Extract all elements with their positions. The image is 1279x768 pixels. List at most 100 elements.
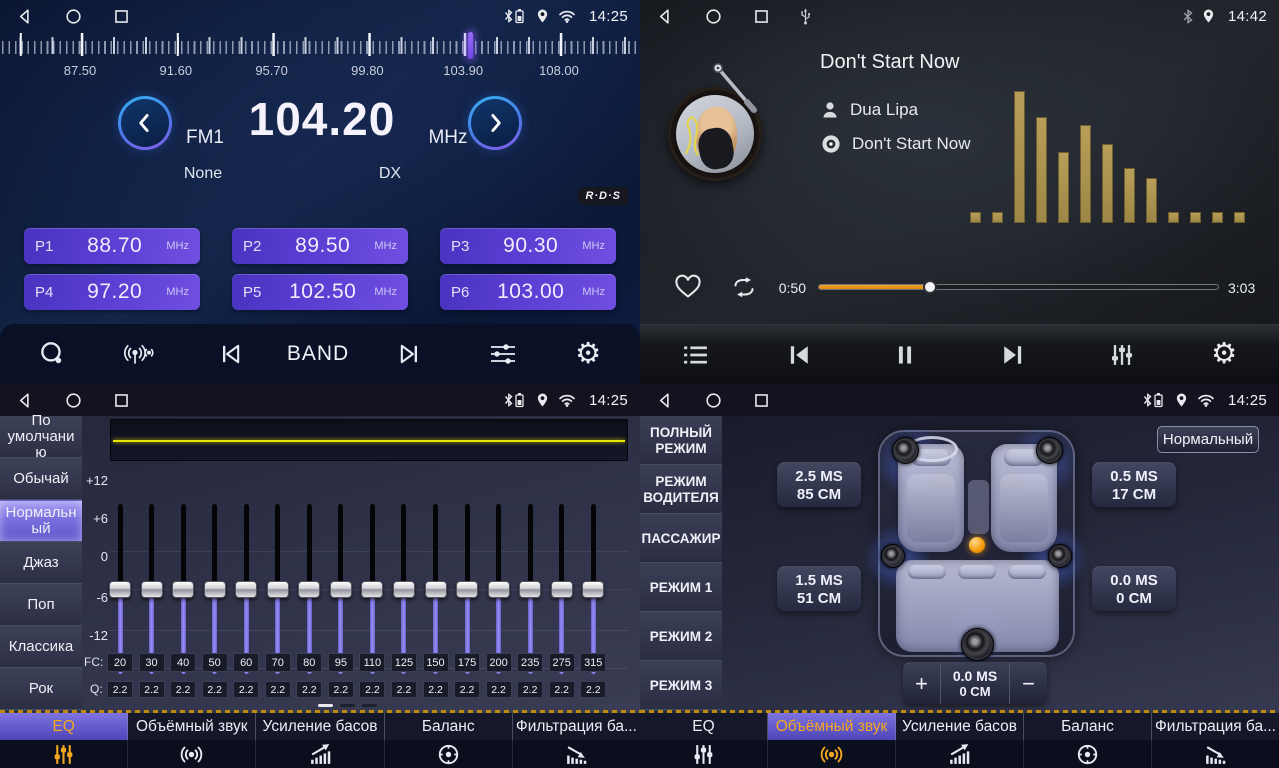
rear-right-speaker-icon[interactable] bbox=[1048, 544, 1072, 568]
previous-track-button[interactable] bbox=[777, 333, 821, 377]
tab-filter[interactable]: Фильтрация ба... bbox=[1152, 713, 1279, 740]
settings-button[interactable]: ⚙ bbox=[566, 332, 610, 376]
favorite-heart-icon[interactable] bbox=[673, 273, 703, 300]
increase-delay-button[interactable]: + bbox=[903, 663, 940, 704]
slider-knob[interactable] bbox=[425, 581, 447, 598]
tab-icon-balance[interactable] bbox=[385, 740, 513, 768]
tuner-scale-major-ticks[interactable] bbox=[2, 33, 638, 56]
preset-P1[interactable]: P188.70MHz bbox=[24, 228, 200, 264]
fc-value-box[interactable]: 70 bbox=[265, 653, 291, 672]
q-value-box[interactable]: 2.2 bbox=[265, 681, 291, 698]
eq-preset-item[interactable]: Обычай bbox=[0, 458, 82, 500]
q-value-box[interactable]: 2.2 bbox=[170, 681, 196, 698]
stations-list-button[interactable] bbox=[118, 332, 162, 376]
tab-icon-eq-sliders[interactable] bbox=[640, 740, 768, 768]
fc-value-box[interactable]: 150 bbox=[423, 653, 449, 672]
eq-band-slider[interactable] bbox=[204, 504, 226, 674]
slider-knob[interactable] bbox=[235, 581, 257, 598]
page-indicator-dash[interactable] bbox=[362, 704, 377, 707]
eq-band-slider[interactable] bbox=[425, 504, 447, 674]
front-left-speaker-icon[interactable] bbox=[892, 437, 919, 464]
fc-value-box[interactable]: 315 bbox=[580, 653, 606, 672]
eq-band-slider[interactable] bbox=[393, 504, 415, 674]
slider-knob[interactable] bbox=[267, 581, 289, 598]
fc-value-box[interactable]: 30 bbox=[139, 653, 165, 672]
slider-knob[interactable] bbox=[172, 581, 194, 598]
fc-value-box[interactable]: 95 bbox=[328, 653, 354, 672]
eq-band-slider[interactable] bbox=[361, 504, 383, 674]
delay-preset-button[interactable]: Нормальный bbox=[1157, 426, 1259, 453]
eq-band-slider[interactable] bbox=[582, 504, 604, 674]
q-value-box[interactable]: 2.2 bbox=[233, 681, 259, 698]
tab-icon-bass-boost[interactable] bbox=[256, 740, 384, 768]
page-indicator-dash-active[interactable] bbox=[318, 704, 333, 707]
rear-left-delay-button[interactable]: 1.5 MS 51 CM bbox=[777, 566, 861, 611]
preset-P3[interactable]: P390.30MHz bbox=[440, 228, 616, 264]
tab-bass-boost[interactable]: Усиление басов bbox=[256, 713, 384, 740]
slider-knob[interactable] bbox=[456, 581, 478, 598]
q-value-box[interactable]: 2.2 bbox=[139, 681, 165, 698]
fc-value-box[interactable]: 125 bbox=[391, 653, 417, 672]
front-right-delay-button[interactable]: 0.5 MS 17 CM bbox=[1092, 462, 1176, 507]
fc-value-box[interactable]: 20 bbox=[107, 653, 133, 672]
tab-bass-boost[interactable]: Усиление басов bbox=[896, 713, 1024, 740]
slider-knob[interactable] bbox=[298, 581, 320, 598]
settings-button[interactable]: ⚙ bbox=[1202, 333, 1246, 377]
rear-left-speaker-icon[interactable] bbox=[881, 544, 905, 568]
q-value-box[interactable]: 2.2 bbox=[423, 681, 449, 698]
q-value-box[interactable]: 2.2 bbox=[202, 681, 228, 698]
fc-value-box[interactable]: 60 bbox=[233, 653, 259, 672]
q-value-box[interactable]: 2.2 bbox=[549, 681, 575, 698]
listening-position-marker[interactable] bbox=[969, 537, 985, 553]
front-right-speaker-icon[interactable] bbox=[1036, 437, 1063, 464]
q-value-box[interactable]: 2.2 bbox=[454, 681, 480, 698]
eq-band-slider[interactable] bbox=[109, 504, 131, 674]
eq-band-slider[interactable] bbox=[267, 504, 289, 674]
eq-band-slider[interactable] bbox=[172, 504, 194, 674]
preset-P5[interactable]: P5102.50MHz bbox=[232, 274, 408, 310]
slider-knob[interactable] bbox=[393, 581, 415, 598]
fc-value-box[interactable]: 200 bbox=[486, 653, 512, 672]
home-icon[interactable] bbox=[64, 7, 83, 26]
eq-band-slider[interactable] bbox=[330, 504, 352, 674]
page-indicator-dash[interactable] bbox=[340, 704, 355, 707]
q-value-box[interactable]: 2.2 bbox=[296, 681, 322, 698]
tab-icon-filter[interactable] bbox=[1152, 740, 1279, 768]
delay-mode-item[interactable]: РЕЖИМ ВОДИТЕЛЯ bbox=[640, 465, 722, 514]
fc-value-box[interactable]: 80 bbox=[296, 653, 322, 672]
q-value-box[interactable]: 2.2 bbox=[486, 681, 512, 698]
pause-button[interactable] bbox=[883, 333, 927, 377]
audio-settings-button[interactable] bbox=[481, 332, 525, 376]
tab-surround-sound[interactable]: Объёмный звук bbox=[768, 713, 896, 740]
equalizer-button[interactable] bbox=[1100, 333, 1144, 377]
fc-value-box[interactable]: 175 bbox=[454, 653, 480, 672]
progress-thumb[interactable] bbox=[923, 280, 937, 294]
slider-knob[interactable] bbox=[361, 581, 383, 598]
slider-knob[interactable] bbox=[204, 581, 226, 598]
previous-station-button[interactable] bbox=[208, 332, 252, 376]
tab-eq-sliders[interactable]: EQ bbox=[0, 713, 128, 740]
fc-value-box[interactable]: 110 bbox=[359, 653, 385, 672]
slider-knob[interactable] bbox=[582, 581, 604, 598]
repeat-icon[interactable] bbox=[730, 276, 758, 299]
q-value-box[interactable]: 2.2 bbox=[328, 681, 354, 698]
fc-value-box[interactable]: 40 bbox=[170, 653, 196, 672]
slider-knob[interactable] bbox=[488, 581, 510, 598]
preset-P6[interactable]: P6103.00MHz bbox=[440, 274, 616, 310]
recents-icon[interactable] bbox=[112, 391, 131, 410]
eq-preset-item[interactable]: По умолчанию bbox=[0, 416, 82, 458]
delay-mode-item[interactable]: ПАССАЖИР bbox=[640, 514, 722, 563]
tab-icon-eq-sliders[interactable] bbox=[0, 740, 128, 768]
eq-band-slider[interactable] bbox=[551, 504, 573, 674]
search-stations-button[interactable] bbox=[30, 332, 74, 376]
delay-mode-item[interactable]: РЕЖИМ 2 bbox=[640, 612, 722, 661]
decrease-delay-button[interactable]: − bbox=[1010, 663, 1047, 704]
eq-band-slider[interactable] bbox=[456, 504, 478, 674]
back-icon[interactable] bbox=[16, 7, 35, 26]
eq-band-slider[interactable] bbox=[519, 504, 541, 674]
tab-icon-bass-boost[interactable] bbox=[896, 740, 1024, 768]
delay-mode-item[interactable]: РЕЖИМ 1 bbox=[640, 563, 722, 612]
tuning-pointer[interactable] bbox=[468, 32, 473, 59]
tab-icon-filter[interactable] bbox=[513, 740, 640, 768]
tab-balance[interactable]: Баланс bbox=[1024, 713, 1152, 740]
